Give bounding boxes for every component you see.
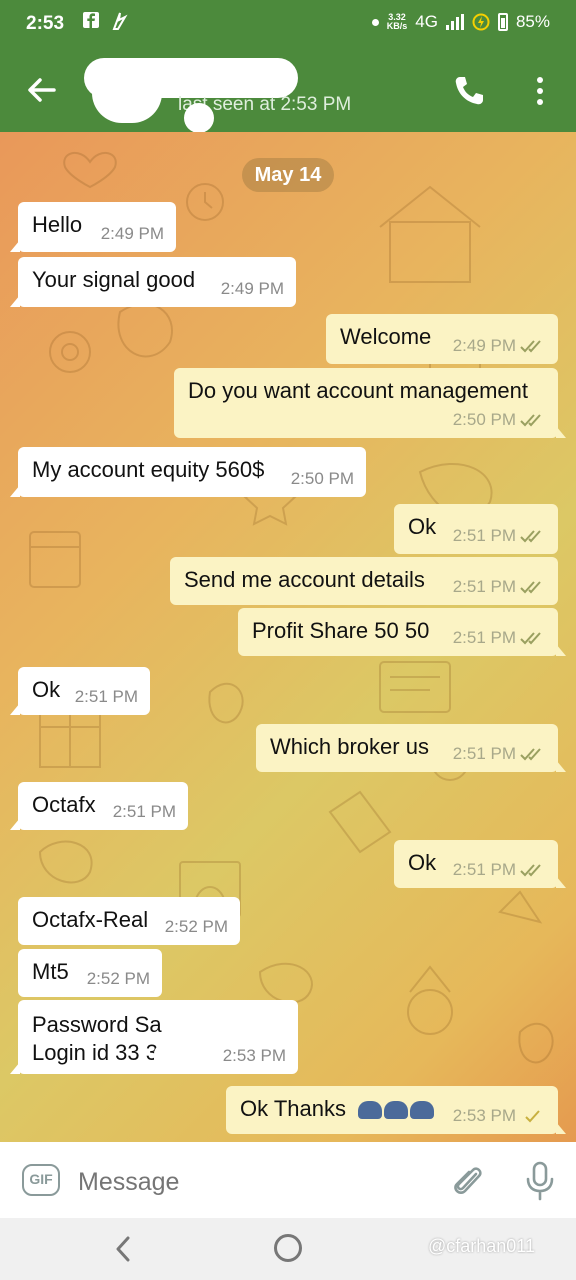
message-text: Hello [32, 212, 83, 237]
message-input[interactable] [76, 1164, 420, 1200]
double-check-icon [520, 748, 541, 761]
date-separator: May 14 [242, 158, 334, 192]
battery-icon [497, 13, 508, 31]
message-time: 2:50 PM [452, 410, 516, 429]
more-vert-icon[interactable] [530, 74, 550, 108]
watermark: @cfarhan011 [428, 1236, 536, 1256]
paperclip-icon[interactable] [450, 1162, 486, 1200]
message-time: 2:51 PM [452, 577, 516, 596]
message-bubble[interactable]: Ok 2:51 PM [394, 840, 566, 888]
message-time: 2:52 PM [164, 917, 228, 936]
battery-level: 85% [515, 12, 550, 31]
battery-saver-icon [472, 13, 490, 31]
message-time: 2:51 PM [452, 860, 516, 879]
message-text-line1: Password Sa [32, 1012, 162, 1037]
message-time: 2:50 PM [290, 469, 354, 488]
message-time: 2:49 PM [100, 224, 164, 243]
message-bubble[interactable]: Hello 2:49 PM [10, 202, 176, 252]
double-check-icon [520, 632, 541, 645]
nav-back-icon[interactable] [110, 1234, 138, 1264]
message-text: Which broker us [270, 734, 429, 759]
message-text: Do you want account management [188, 378, 528, 403]
network-speed: 3.32 KB/s [386, 12, 408, 31]
message-time: 2:51 PM [452, 628, 516, 647]
message-time: 2:51 PM [452, 744, 516, 763]
microphone-icon[interactable] [522, 1160, 558, 1202]
double-check-icon [520, 864, 541, 877]
nav-home-icon[interactable] [274, 1234, 302, 1262]
message-bubble[interactable]: Welcome 2:49 PM [326, 314, 558, 364]
redaction-mark [184, 103, 214, 133]
message-text-line2: Login id 33 33 [32, 1040, 171, 1065]
back-arrow-icon[interactable] [22, 70, 62, 110]
people-emoji [358, 1101, 435, 1120]
notification-dot [371, 18, 379, 26]
message-text: Ok [408, 850, 437, 875]
message-time: 2:51 PM [74, 687, 138, 706]
gif-button[interactable]: GIF [22, 1164, 60, 1196]
status-bar: 2:53 3.32 KB/s 4G 85% [0, 0, 576, 48]
message-time: 2:53 PM [452, 1106, 516, 1125]
message-composer: GIF [0, 1142, 576, 1218]
facebook-icon [83, 12, 99, 28]
message-bubble[interactable]: Send me account details 2:51 PM [170, 557, 558, 605]
message-bubble[interactable]: Mt5 2:52 PM [18, 949, 162, 997]
signal-icon [445, 14, 464, 30]
fire-icon [112, 12, 128, 30]
message-text: Ok Thanks [240, 1096, 346, 1121]
message-time: 2:53 PM [222, 1046, 286, 1065]
message-bubble[interactable]: My account equity 560$ 2:50 PM [10, 447, 366, 497]
message-text: Octafx [32, 792, 96, 817]
message-text: Profit Share 50 50 [252, 618, 430, 643]
message-text: Send me account details [184, 567, 425, 592]
message-time: 2:51 PM [112, 802, 176, 821]
redaction-mark [154, 1044, 198, 1070]
message-text: Ok [32, 677, 61, 702]
system-nav-bar: @cfarhan011 [0, 1218, 576, 1280]
double-check-icon [520, 581, 541, 594]
double-check-icon [520, 340, 541, 353]
message-time: 2:51 PM [452, 526, 516, 545]
message-time: 2:49 PM [220, 279, 284, 298]
message-bubble[interactable]: Ok 2:51 PM [10, 667, 150, 715]
single-check-icon [525, 1110, 540, 1123]
message-bubble[interactable]: Do you want account management 2:50 PM [174, 368, 566, 438]
message-bubble[interactable]: Octafx 2:51 PM [10, 782, 188, 830]
message-time: 2:52 PM [86, 969, 150, 988]
message-text: Octafx-Real [32, 907, 149, 932]
chat-area[interactable]: May 14 Hello 2:49 PM Your signal good 2:… [0, 132, 576, 1142]
phone-icon[interactable] [452, 74, 486, 108]
message-bubble[interactable]: Which broker us 2:51 PM [256, 724, 566, 772]
status-time: 2:53 [26, 13, 65, 34]
message-bubble[interactable]: Ok 2:51 PM [394, 504, 558, 554]
message-bubble[interactable]: Ok Thanks 2:53 PM [226, 1086, 566, 1134]
message-text: Mt5 [32, 959, 69, 984]
avatar[interactable] [92, 63, 162, 123]
message-time: 2:49 PM [452, 336, 516, 355]
double-check-icon [520, 530, 541, 543]
message-text: Your signal good [32, 267, 196, 292]
double-check-icon [520, 414, 541, 427]
network-type: 4G [415, 12, 438, 31]
chat-header: last seen at 2:53 PM [0, 48, 576, 133]
message-bubble[interactable]: Octafx-Real 2:52 PM [18, 897, 240, 945]
message-bubble[interactable]: Profit Share 50 50 2:51 PM [238, 608, 566, 656]
message-text: My account equity 560$ [32, 457, 265, 482]
message-bubble[interactable]: Password Sa Login id 33 33 2:53 PM [10, 1000, 298, 1074]
message-text: Ok [408, 514, 437, 539]
message-text: Welcome [340, 324, 432, 349]
message-bubble[interactable]: Your signal good 2:49 PM [10, 257, 296, 307]
